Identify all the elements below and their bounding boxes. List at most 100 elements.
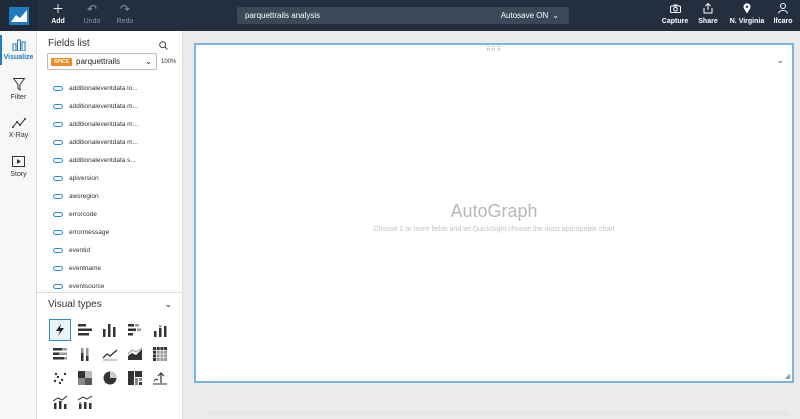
nav-story[interactable]: Story xyxy=(0,156,37,178)
resize-handle-icon[interactable]: ◢ xyxy=(785,372,790,380)
panel-divider xyxy=(37,292,183,293)
chevron-down-icon: ⌄ xyxy=(145,57,152,66)
nav-visualize[interactable]: Visualize xyxy=(0,35,37,65)
field-label: errormessage xyxy=(69,228,110,236)
nav-xray-label: X-Ray xyxy=(8,132,29,139)
region-label: N. Virginia xyxy=(729,18,765,25)
add-button[interactable]: ＋ Add xyxy=(41,2,75,26)
dimension-icon xyxy=(53,157,63,163)
field-item[interactable]: eventname xyxy=(53,259,138,277)
autosave-dropdown[interactable]: Autosave ON ⌄ xyxy=(501,7,559,24)
field-label: additionaleventdata lo... xyxy=(69,84,138,92)
nav-story-label: Story xyxy=(10,171,27,178)
field-item[interactable]: awsregion xyxy=(53,187,138,205)
horizontal-stacked-bar-icon[interactable] xyxy=(124,319,146,341)
analysis-name-field[interactable]: parquettrails analysis Autosave ON ⌄ xyxy=(237,7,569,24)
redo-label: Redo xyxy=(116,18,134,25)
redo-icon: ↷ xyxy=(119,2,131,16)
area-line-icon[interactable] xyxy=(124,343,146,365)
camera-icon xyxy=(669,3,681,16)
visual-types-grid xyxy=(49,319,171,413)
autograph-icon[interactable] xyxy=(49,319,71,341)
plus-icon: ＋ xyxy=(51,2,64,16)
field-label: additionaleventdata m... xyxy=(69,138,139,146)
fields-list-title: Fields list xyxy=(48,38,90,49)
kpi-icon[interactable] xyxy=(149,367,171,389)
vertical-bar-icon[interactable] xyxy=(99,319,121,341)
quicksight-logo[interactable] xyxy=(0,0,37,31)
next-visual-placeholder xyxy=(209,411,789,419)
user-label: lfcaro xyxy=(773,18,793,25)
horizontal-100-bar-icon[interactable] xyxy=(49,343,71,365)
pivot-table-icon[interactable] xyxy=(149,343,171,365)
field-list: additionaleventdata lo... additionaleven… xyxy=(53,79,138,295)
dimension-icon xyxy=(53,229,63,235)
dataset-select[interactable]: SPICE parquettrails ⌄ xyxy=(47,53,157,70)
chevron-down-icon[interactable]: ⌄ xyxy=(776,55,784,66)
add-label: Add xyxy=(51,18,65,25)
autograph-description: Choose 1 or more fields and let QuickSig… xyxy=(373,226,615,233)
dimension-icon xyxy=(53,283,63,289)
share-button[interactable]: Share xyxy=(691,2,725,25)
bar-chart-icon xyxy=(12,39,25,51)
field-item[interactable]: eventid xyxy=(53,241,138,259)
scatter-plot-icon[interactable] xyxy=(49,367,71,389)
redo-button[interactable]: ↷ Redo xyxy=(108,2,142,26)
capture-label: Capture xyxy=(661,18,689,25)
nav-filter[interactable]: Filter xyxy=(0,78,37,101)
user-icon xyxy=(778,3,788,16)
vertical-stacked-bar-icon[interactable] xyxy=(149,319,171,341)
play-box-icon xyxy=(12,156,25,167)
heat-map-icon[interactable] xyxy=(74,367,96,389)
combo-stacked-line-icon[interactable] xyxy=(74,391,96,413)
field-label: eventname xyxy=(69,264,102,272)
combo-bar-line-icon[interactable] xyxy=(49,391,71,413)
visual-types-title: Visual types xyxy=(48,299,102,310)
field-label: awsregion xyxy=(69,192,99,200)
field-label: additionaleventdata m... xyxy=(69,102,139,110)
tree-map-icon[interactable] xyxy=(124,367,146,389)
field-item[interactable]: errormessage xyxy=(53,223,138,241)
nav-filter-label: Filter xyxy=(10,94,27,101)
field-item[interactable]: errorcode xyxy=(53,205,138,223)
drag-handle-icon[interactable]: ⠿⠿⠿ xyxy=(486,46,502,53)
dimension-icon xyxy=(53,211,63,217)
field-item[interactable]: additionaleventdata m... xyxy=(53,97,138,115)
chevron-down-icon[interactable]: ⌄ xyxy=(164,299,172,310)
undo-button[interactable]: ↶ Undo xyxy=(75,2,109,26)
field-item[interactable]: additionaleventdata s... xyxy=(53,151,138,169)
chevron-down-icon: ⌄ xyxy=(552,11,559,20)
nav-visualize-label: Visualize xyxy=(3,54,34,61)
left-nav: Visualize Filter X-Ray Story xyxy=(0,31,37,419)
field-label: errorcode xyxy=(69,210,97,218)
vertical-100-bar-icon[interactable] xyxy=(74,343,96,365)
undo-label: Undo xyxy=(83,18,101,25)
field-label: additionaleventdata m... xyxy=(69,120,139,128)
analysis-canvas: ⠿⠿⠿ ⌄ AutoGraph Choose 1 or more fields … xyxy=(183,31,800,419)
dimension-icon xyxy=(53,103,63,109)
field-item[interactable]: apiversion xyxy=(53,169,138,187)
dimension-icon xyxy=(53,85,63,91)
capture-button[interactable]: Capture xyxy=(658,3,692,25)
search-icon[interactable] xyxy=(159,37,168,55)
autograph-title: AutoGraph xyxy=(450,201,538,221)
field-item[interactable]: additionaleventdata m... xyxy=(53,133,138,151)
field-item[interactable]: additionaleventdata m... xyxy=(53,115,138,133)
dimension-icon xyxy=(53,121,63,127)
undo-icon: ↶ xyxy=(86,2,98,16)
region-selector[interactable]: N. Virginia xyxy=(728,3,766,25)
location-pin-icon xyxy=(743,3,751,16)
nav-xray[interactable]: X-Ray xyxy=(0,117,37,139)
line-trend-icon xyxy=(11,118,26,128)
visual-card[interactable]: ⠿⠿⠿ ⌄ AutoGraph Choose 1 or more fields … xyxy=(194,43,794,383)
field-item[interactable]: additionaleventdata lo... xyxy=(53,79,138,97)
dimension-icon xyxy=(53,265,63,271)
horizontal-bar-icon[interactable] xyxy=(74,319,96,341)
field-label: eventsource xyxy=(69,282,105,290)
user-menu[interactable]: lfcaro xyxy=(768,3,798,25)
spice-percent: 100% xyxy=(161,59,177,65)
quicksight-logo-icon xyxy=(8,6,29,25)
line-chart-icon[interactable] xyxy=(99,343,121,365)
share-label: Share xyxy=(698,18,718,25)
pie-chart-icon[interactable] xyxy=(99,367,121,389)
